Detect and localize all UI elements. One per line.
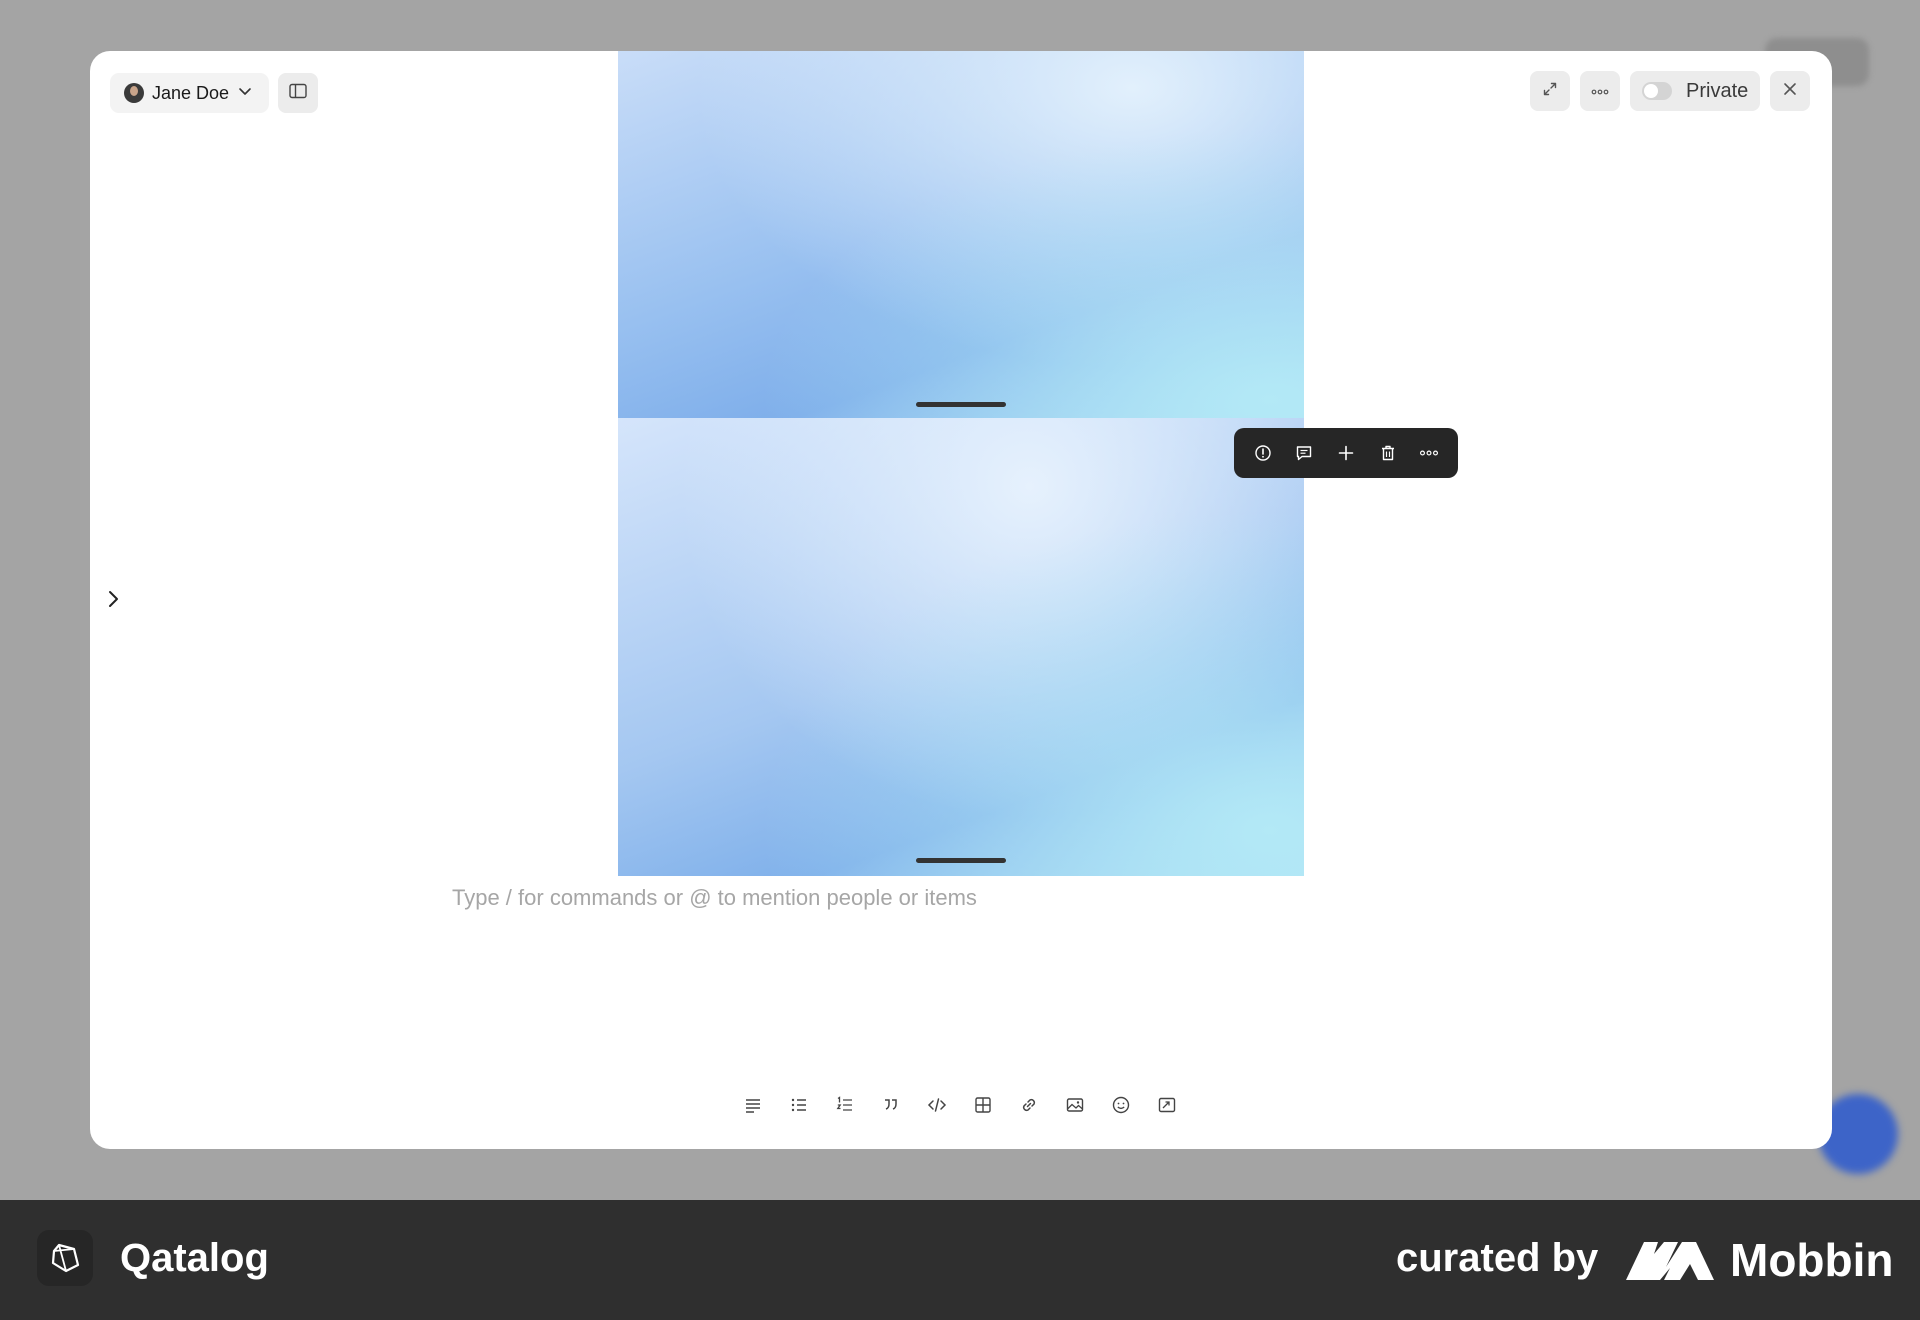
user-selector[interactable]: Jane Doe — [110, 73, 270, 113]
format-toolbar — [738, 1090, 1181, 1119]
sidebar-toggle-button[interactable] — [278, 73, 318, 113]
plus-icon[interactable] — [1334, 441, 1358, 465]
image-block[interactable] — [618, 51, 1304, 418]
privacy-label: Private — [1686, 79, 1749, 102]
comment-icon[interactable] — [1292, 441, 1316, 465]
resize-handle[interactable] — [916, 858, 1006, 863]
footer-bar: Qatalog curated by Mobbin — [0, 1200, 1920, 1320]
quote-icon[interactable] — [876, 1090, 905, 1119]
app-name: Qatalog — [120, 1236, 269, 1280]
user-name: Jane Doe — [152, 82, 230, 103]
brand-name: Mobbin — [1730, 1234, 1894, 1286]
resize-handle[interactable] — [916, 402, 1006, 407]
trash-icon[interactable] — [1376, 441, 1400, 465]
sidebar-icon — [289, 83, 307, 104]
mobbin-logo-icon — [1626, 1240, 1714, 1280]
privacy-toggle[interactable]: Private — [1630, 71, 1760, 111]
embed-icon[interactable] — [1152, 1090, 1181, 1119]
code-icon[interactable] — [922, 1090, 951, 1119]
avatar — [124, 83, 144, 103]
link-icon[interactable] — [1014, 1090, 1043, 1119]
chevron-down-icon — [237, 83, 253, 104]
more-icon — [1591, 82, 1609, 100]
table-icon[interactable] — [968, 1090, 997, 1119]
editor-input[interactable]: Type / for commands or @ to mention peop… — [452, 885, 977, 911]
expand-button[interactable] — [1530, 71, 1570, 111]
more-icon[interactable] — [1417, 441, 1441, 465]
more-options-button[interactable] — [1580, 71, 1620, 111]
image-block-selected[interactable] — [618, 418, 1304, 876]
privacy-switch[interactable] — [1642, 82, 1672, 100]
close-button[interactable] — [1770, 71, 1810, 111]
image-icon[interactable] — [1060, 1090, 1089, 1119]
bullet-list-icon[interactable] — [784, 1090, 813, 1119]
curated-by-label: curated by — [1396, 1236, 1599, 1280]
expand-icon — [1542, 81, 1558, 102]
paragraph-icon[interactable] — [738, 1090, 767, 1119]
block-toolbar — [1234, 428, 1458, 478]
item-modal: Jane Doe Private Type / for commands or … — [90, 51, 1832, 1149]
qatalog-logo-icon — [37, 1230, 93, 1286]
emoji-icon[interactable] — [1106, 1090, 1135, 1119]
info-icon[interactable] — [1251, 441, 1275, 465]
numbered-list-icon[interactable] — [830, 1090, 859, 1119]
chevron-right-icon[interactable] — [104, 587, 124, 611]
close-icon — [1782, 81, 1798, 102]
